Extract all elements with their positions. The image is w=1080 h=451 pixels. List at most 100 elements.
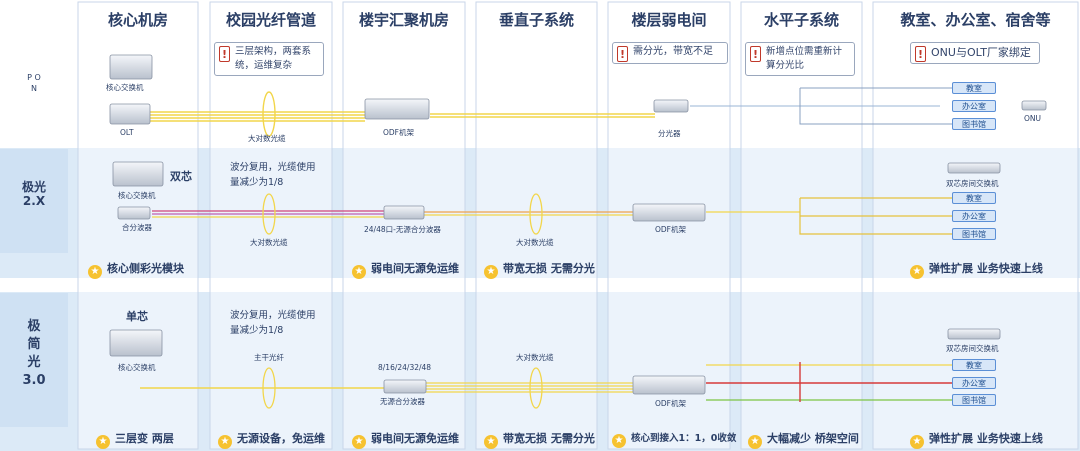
col-header-vertical: 垂直子系统 — [498, 11, 574, 29]
pon-olt-label: OLT — [120, 128, 134, 137]
row-label-jg2: 极光 2.X — [21, 180, 46, 208]
jg2-room-classroom: 教室 — [952, 192, 996, 204]
jjg3-single-label: 单芯 — [126, 310, 148, 323]
jjg3-room-switch-label: 双芯房间交换机 — [946, 344, 999, 353]
pon-room-office: 办公室 — [952, 100, 996, 112]
jg2-odf-label: ODF机架 — [655, 225, 686, 234]
jg2-footer-vertical-text: 带宽无损 无需分光 — [503, 262, 595, 275]
star-icon: ★ — [612, 434, 626, 448]
jjg3-footer-vertical: ★ 带宽无损 无需分光 — [484, 429, 595, 449]
jg2-passive-mux-device — [383, 205, 425, 220]
star-icon: ★ — [218, 435, 232, 449]
pon-onu-label: ONU — [1024, 114, 1042, 123]
star-icon: ★ — [910, 435, 924, 449]
jjg3-core-switch-device — [109, 329, 163, 357]
pon-room-classroom: 教室 — [952, 82, 996, 94]
jjg3-wdm-text: 波分复用，光缆使用量减少为1/8 — [230, 310, 316, 336]
jjg3-room-switch-device — [947, 328, 1001, 340]
jg2-footer-building: ★ 弱电间无源免运维 — [352, 259, 459, 279]
jjg3-footer-building-text: 弱电间无源免运维 — [371, 432, 459, 445]
jjg3-footer-horizontal-text: 大幅减少 桥架空间 — [767, 432, 859, 445]
star-icon: ★ — [352, 435, 366, 449]
star-icon: ★ — [88, 265, 102, 279]
jg2-room-library: 图书馆 — [952, 228, 996, 240]
note-campus: ! 三层架构，两套系统，运维复杂 — [214, 42, 324, 76]
jjg3-passive-mux-label: 无源合分波器 — [380, 397, 425, 406]
warning-icon: ! — [750, 46, 761, 62]
jg2-wdm-text: 波分复用，光缆使用量减少为1/8 — [230, 162, 316, 188]
pon-splitter-label: 分光器 — [658, 129, 681, 138]
note-floor-text: 需分光，带宽不足 — [633, 46, 713, 57]
panel-vertical — [475, 1, 598, 450]
row-label-jjg3: 极 简 光 3.0 — [22, 319, 46, 388]
jg2-room-switch-label: 双芯房间交换机 — [946, 179, 999, 188]
note-rooms: ! ONU与OLT厂家绑定 — [910, 42, 1040, 64]
jg2-room-office: 办公室 — [952, 210, 996, 222]
jjg3-footer-horizontal: ★ 大幅减少 桥架空间 — [748, 429, 859, 449]
jg2-dual-label: 双芯 — [170, 170, 192, 183]
col-header-campus: 校园光纤管道 — [225, 11, 316, 29]
warning-icon: ! — [617, 46, 628, 62]
note-floor: ! 需分光，带宽不足 — [612, 42, 728, 64]
jjg3-footer-rooms-text: 弹性扩展 业务快速上线 — [929, 432, 1043, 445]
jg2-footer-core-text: 核心侧彩光模块 — [107, 262, 184, 275]
warning-icon: ! — [915, 46, 926, 62]
pon-core-switch-device — [109, 54, 153, 80]
star-icon: ★ — [748, 435, 762, 449]
jjg3-footer-core-text: 三层变 两层 — [115, 432, 174, 445]
jjg3-footer-core: ★ 三层变 两层 — [96, 429, 174, 449]
jjg3-odf-device — [632, 375, 706, 395]
note-horizontal: ! 新增点位需重新计算分光比 — [745, 42, 855, 76]
jjg3-room-library: 图书馆 — [952, 394, 996, 406]
jjg3-footer-floor-text: 核心到接入1：1，0收敛 — [631, 433, 737, 444]
diagram: 核心机房 校园光纤管道 楼宇汇聚机房 垂直子系统 楼层弱电间 水平子系统 教室、… — [0, 0, 1080, 451]
jjg3-footer-building: ★ 弱电间无源免运维 — [352, 429, 459, 449]
jjg3-footer-campus-text: 无源设备，免运维 — [237, 432, 325, 445]
pon-core-switch-label: 核心交换机 — [106, 83, 144, 92]
pon-olt-device — [109, 103, 151, 125]
col-header-rooms: 教室、办公室、宿舍等 — [900, 11, 1051, 29]
jjg3-ports-label: 8/16/24/32/48 — [378, 363, 432, 372]
col-header-horizontal: 水平子系统 — [763, 11, 839, 29]
jjg3-footer-vertical-text: 带宽无损 无需分光 — [503, 432, 595, 445]
jjg3-core-switch-label: 核心交换机 — [118, 363, 156, 372]
note-horizontal-text: 新增点位需重新计算分光比 — [766, 46, 843, 71]
warning-icon: ! — [219, 46, 230, 62]
jjg3-room-classroom: 教室 — [952, 359, 996, 371]
jg2-core-switch-device — [112, 161, 164, 187]
star-icon: ★ — [484, 265, 498, 279]
jjg3-room-office: 办公室 — [952, 377, 996, 389]
jjg3-trunk-label: 主干光纤 — [254, 353, 284, 362]
jg2-vert-cable-label: 大对数光缆 — [516, 238, 554, 247]
note-rooms-text: ONU与OLT厂家绑定 — [931, 46, 1031, 59]
jjg3-footer-campus: ★ 无源设备，免运维 — [218, 429, 325, 449]
star-icon: ★ — [484, 435, 498, 449]
jg2-footer-vertical: ★ 带宽无损 无需分光 — [484, 259, 595, 279]
col-header-core: 核心机房 — [107, 11, 168, 29]
jjg3-footer-rooms: ★ 弹性扩展 业务快速上线 — [910, 429, 1043, 449]
col-header-floor: 楼层弱电间 — [631, 11, 707, 29]
jg2-footer-building-text: 弱电间无源免运维 — [371, 262, 459, 275]
jg2-core-switch-label: 核心交换机 — [118, 191, 156, 200]
jg2-footer-rooms: ★ 弹性扩展 业务快速上线 — [910, 259, 1043, 279]
pon-onu-device — [1021, 100, 1047, 111]
jg2-footer-rooms-text: 弹性扩展 业务快速上线 — [929, 262, 1043, 275]
col-header-building: 楼宇汇聚机房 — [358, 11, 449, 29]
jg2-mux-device — [117, 206, 151, 220]
pon-splitter-device — [653, 99, 689, 113]
jjg3-passive-mux-device — [383, 379, 427, 394]
star-icon: ★ — [352, 265, 366, 279]
diagram-canvas — [0, 0, 1080, 451]
jg2-odf-device — [632, 203, 706, 222]
note-campus-text: 三层架构，两套系统，运维复杂 — [235, 46, 312, 71]
jg2-mux-label: 合分波器 — [122, 223, 152, 232]
row-label-pon: P O N — [27, 73, 41, 93]
pon-cable-label: 大对数光缆 — [248, 134, 286, 143]
jg2-room-switch-device — [947, 162, 1001, 174]
jg2-cable-label: 大对数光缆 — [250, 238, 288, 247]
jjg3-footer-floor: ★ 核心到接入1：1，0收敛 — [612, 429, 736, 448]
jg2-passive-mux-label: 24/48口-无源合分波器 — [364, 225, 441, 234]
pon-room-library: 图书馆 — [952, 118, 996, 130]
star-icon: ★ — [910, 265, 924, 279]
pon-odf-label: ODF机架 — [383, 128, 414, 137]
